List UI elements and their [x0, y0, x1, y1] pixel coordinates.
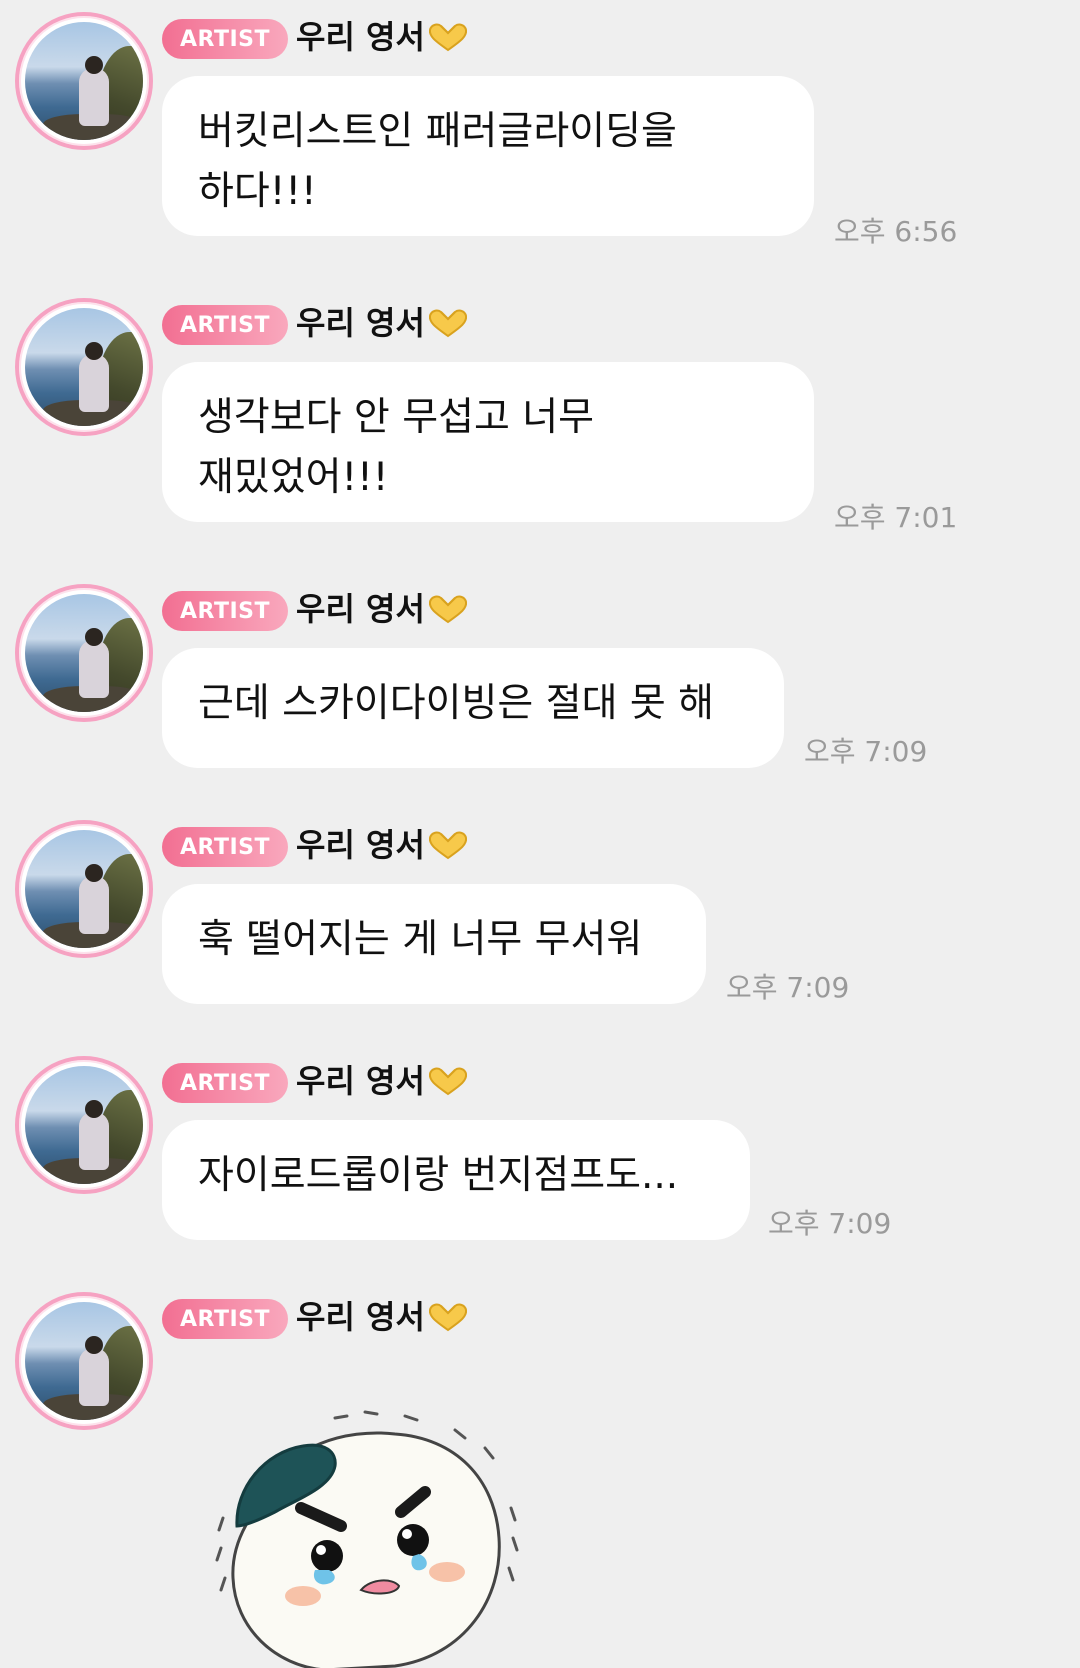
artist-badge: ARTIST [162, 1299, 288, 1339]
artist-badge: ARTIST [162, 305, 288, 345]
avatar[interactable] [15, 1292, 153, 1430]
avatar[interactable] [15, 1056, 153, 1194]
heart-hands-icon [428, 309, 467, 338]
sender-name-text: 우리 영서 [296, 826, 425, 864]
artist-badge: ARTIST [162, 1063, 288, 1103]
avatar[interactable] [15, 298, 153, 436]
sender-name[interactable]: 우리 영서 [296, 15, 469, 59]
message-bubble[interactable]: 생각보다 안 무섭고 너무 재밌었어!!! [162, 362, 814, 522]
message-time: 오후 6:56 [834, 215, 958, 248]
heart-hands-icon [428, 1303, 467, 1332]
avatar-photo [25, 1066, 143, 1184]
sender-name-text: 우리 영서 [296, 18, 425, 56]
message-bubble[interactable]: 근데 스카이다이빙은 절대 못 해 [162, 648, 784, 768]
avatar-photo [25, 308, 143, 426]
heart-hands-icon [428, 595, 467, 624]
avatar[interactable] [15, 584, 153, 722]
sender-name-text: 우리 영서 [296, 1062, 425, 1100]
avatar[interactable] [15, 820, 153, 958]
sender-name-text: 우리 영서 [296, 1298, 425, 1336]
avatar-photo [25, 1302, 143, 1420]
heart-hands-icon [428, 831, 467, 860]
crying-rice-ball-sticker-icon[interactable] [215, 1408, 525, 1668]
chat-thread[interactable]: ARTIST 우리 영서 버킷리스트인 패러글라이딩을 하다!!! 오후 6:5… [0, 0, 1080, 1668]
artist-badge: ARTIST [162, 19, 288, 59]
sender-name[interactable]: 우리 영서 [296, 1059, 469, 1103]
artist-badge: ARTIST [162, 827, 288, 867]
heart-hands-icon [428, 1067, 467, 1096]
message-bubble[interactable]: 버킷리스트인 패러글라이딩을 하다!!! [162, 76, 814, 236]
message-time: 오후 7:09 [726, 971, 850, 1004]
sender-name[interactable]: 우리 영서 [296, 301, 469, 345]
message-bubble[interactable]: 훅 떨어지는 게 너무 무서워 [162, 884, 706, 1004]
sender-name[interactable]: 우리 영서 [296, 1295, 469, 1339]
message-time: 오후 7:09 [768, 1207, 892, 1240]
message-time: 오후 7:01 [834, 501, 958, 534]
artist-badge: ARTIST [162, 591, 288, 631]
sender-name-text: 우리 영서 [296, 304, 425, 342]
heart-hands-icon [428, 23, 467, 52]
sender-name-text: 우리 영서 [296, 590, 425, 628]
message-time: 오후 7:09 [804, 735, 928, 768]
avatar-photo [25, 22, 143, 140]
sender-name[interactable]: 우리 영서 [296, 587, 469, 631]
avatar-photo [25, 594, 143, 712]
sender-name[interactable]: 우리 영서 [296, 823, 469, 867]
message-bubble[interactable]: 자이로드롭이랑 번지점프도... [162, 1120, 750, 1240]
avatar-photo [25, 830, 143, 948]
avatar[interactable] [15, 12, 153, 150]
